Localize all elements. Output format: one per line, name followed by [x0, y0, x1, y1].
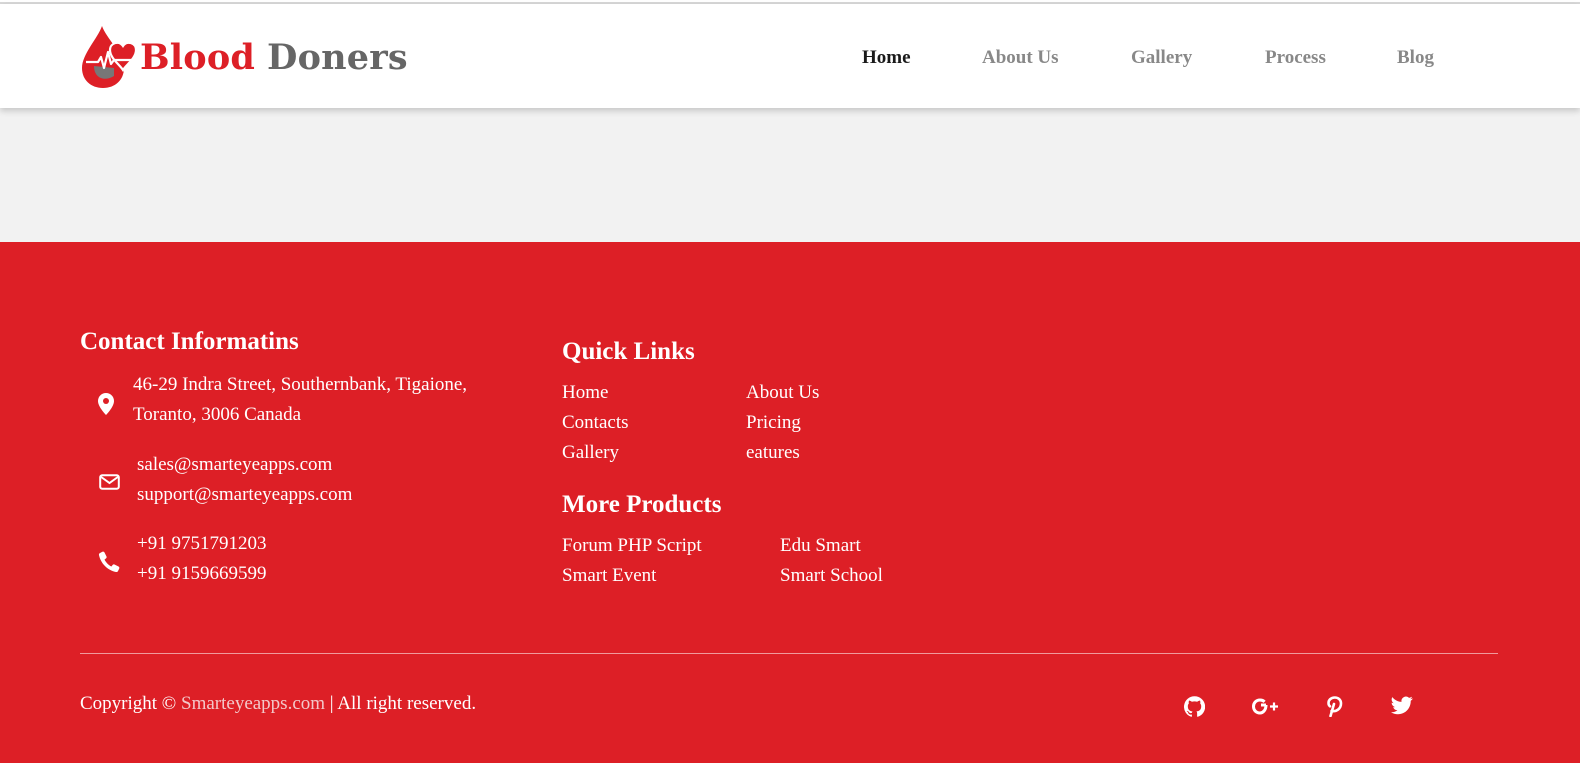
content-area [0, 108, 1580, 242]
quick-link-about-us[interactable]: About Us [746, 378, 819, 408]
phone-icon [98, 551, 120, 573]
twitter-icon[interactable] [1391, 696, 1413, 715]
quick-links-heading: Quick Links [562, 338, 695, 365]
footer-divider [80, 653, 1498, 654]
nav-gallery[interactable]: Gallery [1131, 47, 1192, 69]
nav-process[interactable]: Process [1265, 47, 1326, 69]
email-sales[interactable]: sales@smarteyeapps.com [137, 450, 332, 480]
quick-link-home[interactable]: Home [562, 378, 608, 408]
copyright-prefix: Copyright © [80, 693, 177, 714]
product-forum-php-script[interactable]: Forum PHP Script [562, 531, 702, 561]
email-support[interactable]: support@smarteyeapps.com [137, 480, 352, 510]
copyright-suffix: | All right reserved. [329, 693, 477, 714]
github-icon[interactable] [1184, 696, 1205, 717]
nav-blog[interactable]: Blog [1397, 47, 1434, 69]
address-line-2: Toranto, 3006 Canada [133, 404, 302, 425]
copyright-text: Copyright © Smarteyeapps.com | All right… [80, 693, 476, 715]
quick-link-pricing[interactable]: Pricing [746, 408, 801, 438]
google-plus-icon[interactable] [1252, 696, 1279, 717]
contact-heading: Contact Informatins [80, 328, 299, 355]
envelope-icon [99, 474, 120, 490]
quick-link-features[interactable]: eatures [746, 438, 800, 468]
product-smart-event[interactable]: Smart Event [562, 561, 656, 591]
phone-1[interactable]: +91 9751791203 [137, 529, 266, 559]
phone-2[interactable]: +91 9159669599 [137, 559, 266, 589]
site-footer: Contact Informatins 46-29 Indra Street, … [0, 242, 1580, 763]
main-nav: Home About Us Gallery Process Blog [0, 47, 1580, 77]
more-products-heading: More Products [562, 491, 722, 518]
map-pin-icon [98, 393, 114, 415]
site-header: Blood Doners Home About Us Gallery Proces… [0, 4, 1580, 108]
pinterest-icon[interactable] [1327, 696, 1343, 717]
quick-link-gallery[interactable]: Gallery [562, 438, 619, 468]
product-edu-smart[interactable]: Edu Smart [780, 531, 861, 561]
address-line-1: 46-29 Indra Street, Southernbank, Tigaio… [133, 374, 468, 395]
quick-link-contacts[interactable]: Contacts [562, 408, 629, 438]
product-smart-school[interactable]: Smart School [780, 561, 883, 591]
nav-home[interactable]: Home [862, 47, 911, 69]
copyright-brand-link[interactable]: Smarteyeapps.com [181, 693, 325, 714]
nav-about-us[interactable]: About Us [982, 47, 1059, 69]
